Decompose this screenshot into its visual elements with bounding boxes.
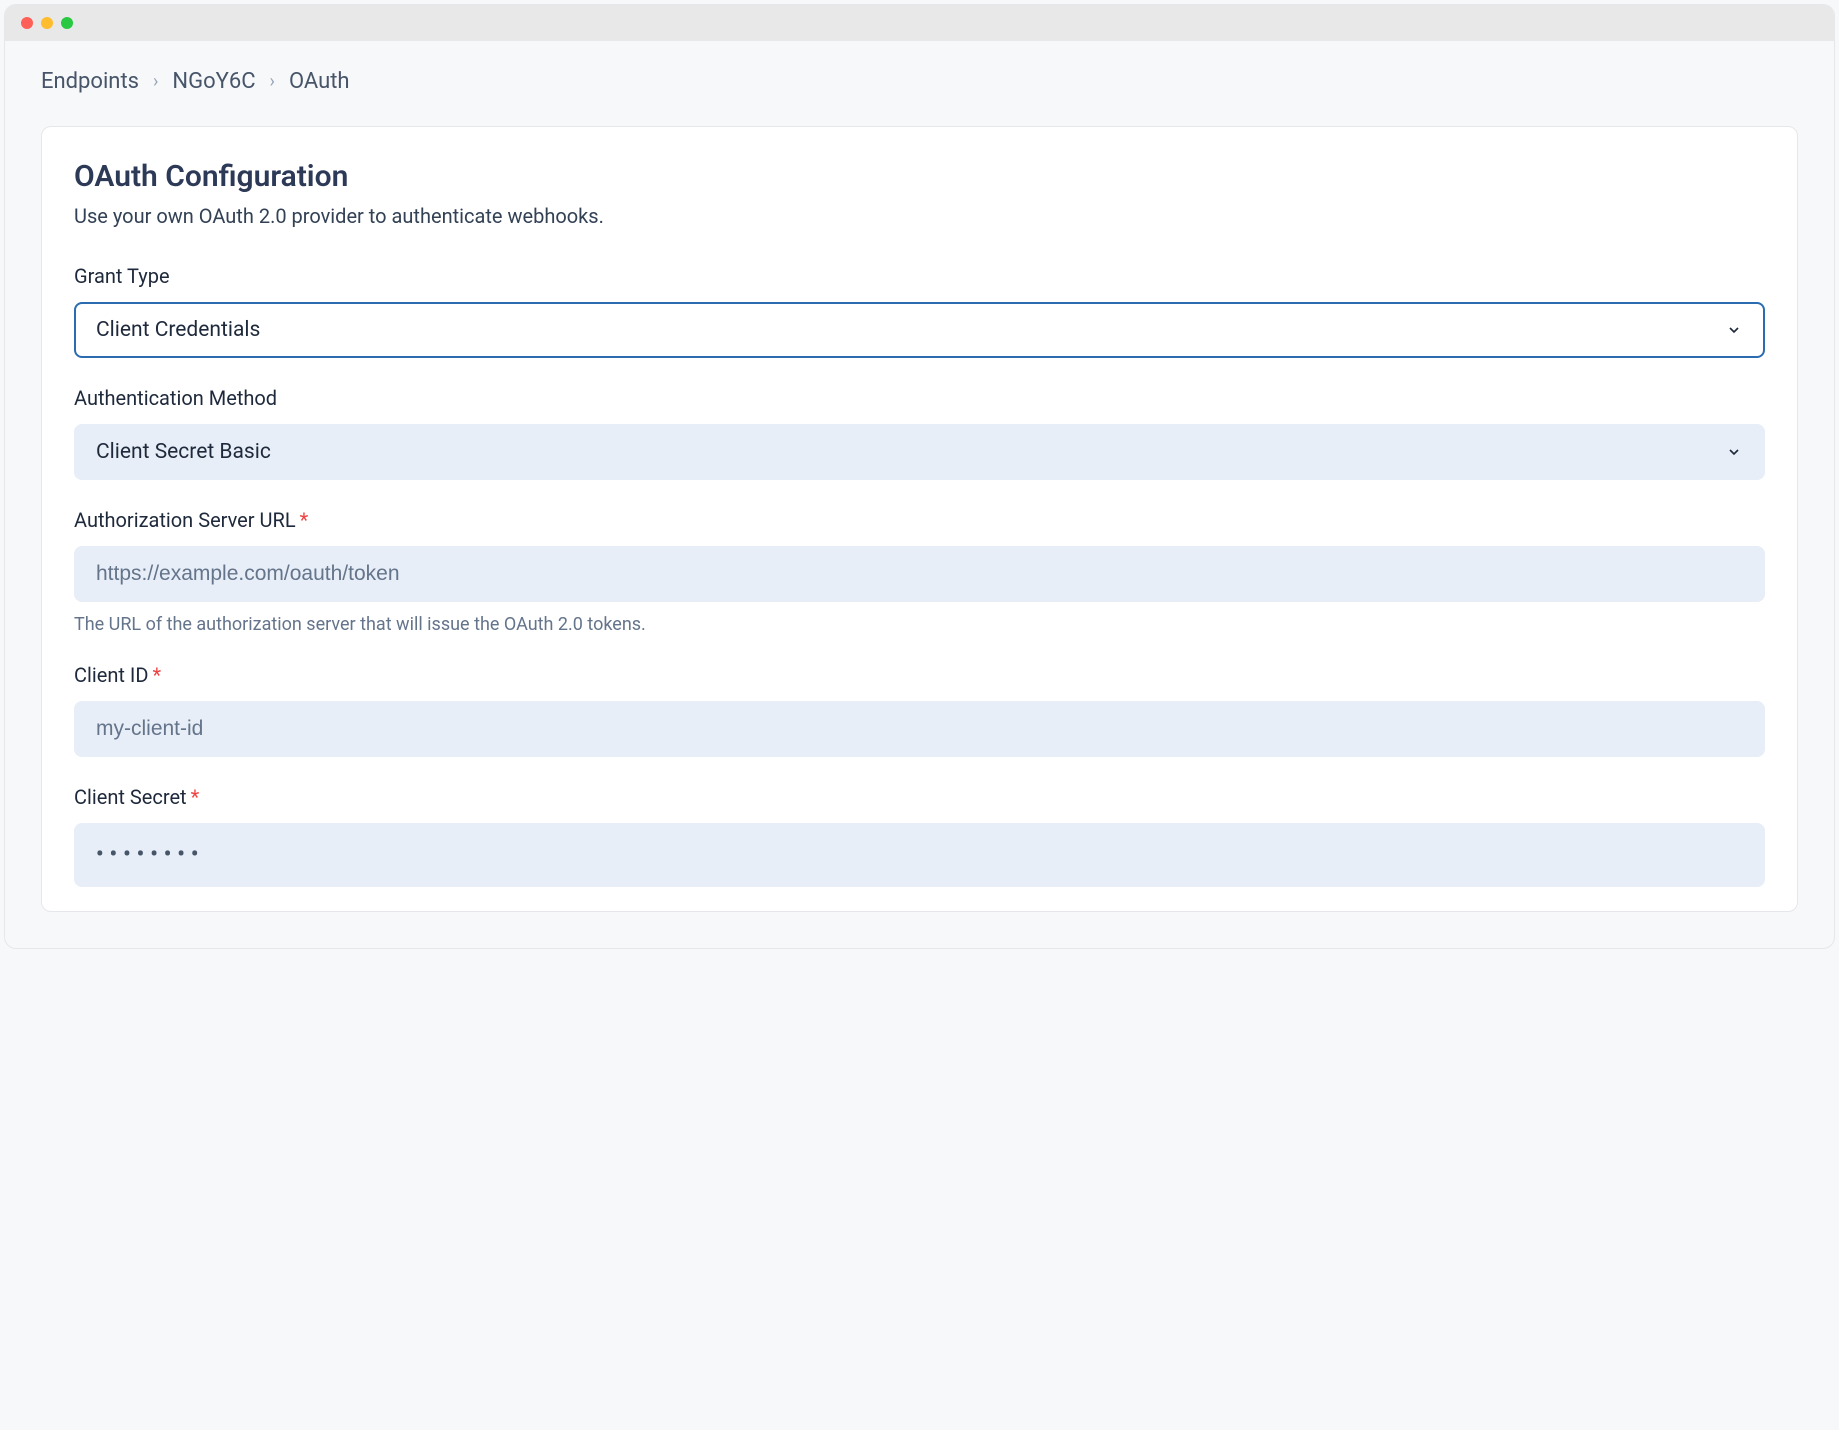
client-id-group: Client ID* (74, 663, 1765, 757)
window-maximize-button[interactable] (61, 17, 73, 29)
client-secret-input[interactable]: •••••••• (74, 823, 1765, 887)
window-minimize-button[interactable] (41, 17, 53, 29)
auth-server-url-input[interactable] (74, 546, 1765, 602)
page-content: Endpoints › NGoY6C › OAuth OAuth Configu… (5, 41, 1834, 948)
breadcrumb-item-endpoints[interactable]: Endpoints (41, 69, 139, 94)
client-secret-group: Client Secret* •••••••• (74, 785, 1765, 887)
auth-method-label: Authentication Method (74, 386, 1765, 410)
chevron-right-icon: › (270, 71, 275, 92)
label-text: Client Secret (74, 785, 187, 809)
chevron-right-icon: › (153, 71, 158, 92)
grant-type-group: Grant Type Client Credentials (74, 264, 1765, 358)
oauth-config-card: OAuth Configuration Use your own OAuth 2… (41, 126, 1798, 912)
breadcrumb-item-oauth[interactable]: OAuth (289, 69, 350, 94)
client-secret-label: Client Secret* (74, 785, 1765, 809)
grant-type-select-wrapper: Client Credentials (74, 302, 1765, 358)
auth-method-select[interactable]: Client Secret Basic (74, 424, 1765, 480)
auth-server-url-group: Authorization Server URL* The URL of the… (74, 508, 1765, 635)
client-id-label: Client ID* (74, 663, 1765, 687)
breadcrumb-item-id[interactable]: NGoY6C (172, 69, 255, 94)
grant-type-label: Grant Type (74, 264, 1765, 288)
required-indicator: * (191, 785, 200, 809)
window-close-button[interactable] (21, 17, 33, 29)
label-text: Authorization Server URL (74, 508, 296, 532)
auth-method-group: Authentication Method Client Secret Basi… (74, 386, 1765, 480)
card-title: OAuth Configuration (74, 159, 1765, 194)
label-text: Client ID (74, 663, 148, 687)
titlebar (5, 5, 1834, 41)
required-indicator: * (152, 663, 161, 687)
client-id-input[interactable] (74, 701, 1765, 757)
grant-type-select[interactable]: Client Credentials (74, 302, 1765, 358)
app-window: Endpoints › NGoY6C › OAuth OAuth Configu… (4, 4, 1835, 949)
auth-server-url-help: The URL of the authorization server that… (74, 614, 1765, 635)
breadcrumb: Endpoints › NGoY6C › OAuth (41, 69, 1798, 94)
auth-method-select-wrapper: Client Secret Basic (74, 424, 1765, 480)
auth-server-url-label: Authorization Server URL* (74, 508, 1765, 532)
card-subtitle: Use your own OAuth 2.0 provider to authe… (74, 204, 1765, 228)
required-indicator: * (300, 508, 309, 532)
